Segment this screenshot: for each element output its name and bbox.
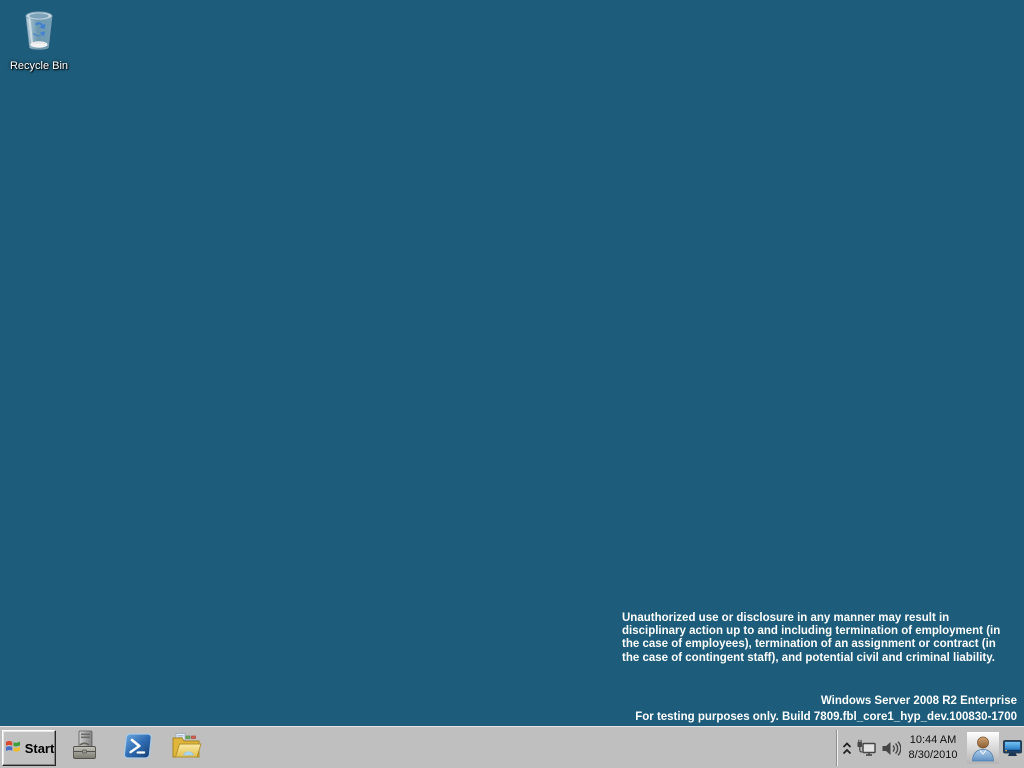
user-session-tile[interactable] — [967, 732, 999, 764]
show-hidden-icons-button[interactable] — [841, 741, 853, 756]
chevron-up-icon — [841, 742, 853, 760]
legal-notice-watermark: Unauthorized use or disclosure in any ma… — [622, 612, 1022, 665]
taskbar-item-powershell[interactable] — [121, 732, 153, 764]
edition-label: Windows Server 2008 R2 Enterprise — [820, 695, 1017, 707]
display-tray-button[interactable] — [1003, 740, 1022, 757]
notice-line: disciplinary action up to and including … — [622, 625, 1001, 638]
start-button[interactable]: Start — [2, 730, 56, 766]
start-button-label: Start — [24, 740, 55, 756]
tray-clock[interactable]: 10:44 AM 8/30/2010 — [901, 732, 965, 764]
clock-time: 10:44 AM — [909, 734, 957, 746]
volume-tray-button[interactable] — [881, 740, 902, 757]
taskbar: Start 10:44 AM 8/30/2010 — [0, 726, 1024, 768]
server-manager-icon — [70, 730, 102, 767]
build-watermark: Windows Server 2008 R2 Enterprise For te… — [517, 694, 1017, 725]
build-string: For testing purposes only. Build 7809.fb… — [635, 710, 1017, 723]
monitor-icon — [1003, 740, 1022, 761]
windows-flag-icon — [4, 737, 22, 760]
network-plug-icon — [856, 739, 878, 762]
clock-date: 8/30/2010 — [908, 749, 958, 761]
recycle-bin-icon — [20, 6, 58, 54]
recycle-bin-label: Recycle Bin — [9, 60, 69, 72]
explorer-folder-icon — [170, 730, 202, 767]
notice-line: Unauthorized use or disclosure in any ma… — [622, 612, 950, 624]
powershell-icon — [121, 730, 153, 767]
notice-line: the case of employees), termination of a… — [622, 638, 996, 651]
network-tray-button[interactable] — [856, 739, 878, 758]
taskbar-item-server-manager[interactable] — [70, 730, 102, 767]
desktop-surface[interactable]: Recycle Bin Unauthorized use or disclosu… — [0, 0, 1024, 726]
user-bust-icon — [967, 736, 999, 768]
speaker-icon — [881, 741, 902, 761]
notice-line: the case of contingent staff), and poten… — [622, 651, 995, 664]
tray-separator — [836, 730, 838, 766]
desktop-icon-recycle-bin[interactable]: Recycle Bin — [0, 6, 78, 74]
taskbar-item-windows-explorer[interactable] — [170, 732, 202, 764]
